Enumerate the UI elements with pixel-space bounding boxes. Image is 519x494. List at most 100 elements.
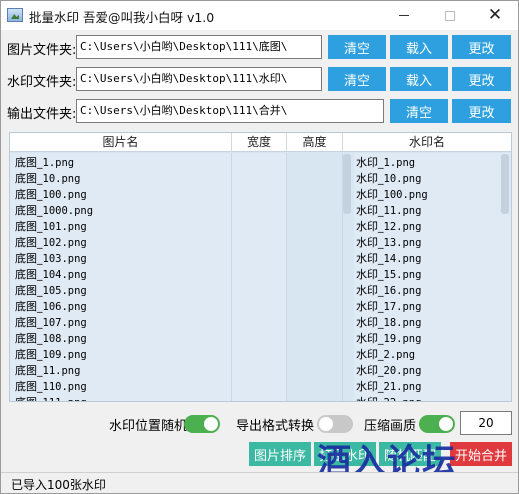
list-item-suffix: 11.png — [42, 365, 81, 377]
toggle-knob — [204, 417, 218, 431]
list-item[interactable]: 底图_10.png — [15, 171, 93, 187]
list-item-prefix: 底图_ — [15, 252, 43, 265]
title-bar[interactable]: 批量水印 吾爱@叫我小白呀 v1.0 ✕ — [1, 1, 518, 30]
watermark-load-button[interactable]: 载入 — [390, 67, 448, 91]
column-width[interactable]: 宽度 — [232, 133, 287, 152]
watermark-change-button[interactable]: 更改 — [452, 67, 511, 91]
list-item-prefix: 底图_ — [15, 204, 43, 217]
list-item[interactable]: 水印_100.png — [356, 187, 428, 203]
image-load-button[interactable]: 载入 — [390, 35, 448, 59]
image-list: 底图_1.png 底图_10.png 底图_100.png 底图_1000.png 底图… — [15, 155, 93, 401]
list-item-suffix: 107.png — [42, 317, 87, 329]
list-item-suffix: 10.png — [42, 173, 81, 185]
list-item[interactable]: 底图_101.png — [15, 219, 93, 235]
column-height[interactable]: 高度 — [287, 133, 343, 152]
list-item-prefix: 水印_ — [356, 300, 384, 313]
list-item[interactable]: 水印_21.png — [356, 379, 428, 395]
list-item[interactable]: 水印_14.png — [356, 251, 428, 267]
list-item[interactable]: 水印_2.png — [356, 347, 428, 363]
list-item[interactable]: 底图_11.png — [15, 363, 93, 379]
list-item[interactable]: 水印_16.png — [356, 283, 428, 299]
list-item-prefix: 水印_ — [356, 204, 384, 217]
list-item[interactable]: 底图_106.png — [15, 299, 93, 315]
image-list-scrollbar[interactable] — [343, 154, 351, 214]
list-item[interactable]: 底图_1.png — [15, 155, 93, 171]
list-item[interactable]: 底图_1000.png — [15, 203, 93, 219]
list-item[interactable]: 水印_10.png — [356, 171, 428, 187]
list-item-prefix: 水印_ — [356, 380, 384, 393]
close-button[interactable]: ✕ — [472, 1, 518, 30]
list-item-prefix: 水印_ — [356, 252, 384, 265]
list-item-suffix: 111.png — [43, 397, 87, 401]
list-item-prefix: 水印_ — [356, 284, 384, 297]
list-item[interactable]: 水印_15.png — [356, 267, 428, 283]
output-change-button[interactable]: 更改 — [452, 99, 511, 123]
list-item-prefix: 底图_ — [15, 396, 43, 401]
list-item[interactable]: 水印_1.png — [356, 155, 428, 171]
list-item-prefix: 水印_ — [356, 268, 384, 281]
list-item-suffix: 100.png — [42, 189, 87, 201]
list-item-prefix: 底图_ — [15, 316, 43, 329]
list-item-prefix: 底图_ — [15, 284, 43, 297]
list-item[interactable]: 底图_109.png — [15, 347, 93, 363]
toggle-knob — [439, 417, 453, 431]
column-image-name[interactable]: 图片名 — [10, 133, 232, 152]
file-table[interactable]: 图片名 宽度 高度 水印名 底图_1.png 底图_10.png 底图_100.pn… — [9, 132, 512, 402]
output-folder-input[interactable]: C:\Users\小白哟\Desktop\111\合并\ — [76, 99, 384, 123]
list-item-prefix: 底图_ — [15, 172, 43, 185]
list-item-suffix: 1.png — [42, 157, 75, 169]
compress-quality-toggle[interactable] — [419, 415, 455, 433]
column-watermark-name[interactable]: 水印名 — [343, 133, 511, 152]
list-item[interactable]: 水印_19.png — [356, 331, 428, 347]
image-clear-button[interactable]: 清空 — [328, 35, 386, 59]
list-item[interactable]: 水印_22.png — [356, 395, 428, 401]
list-item[interactable]: 水印_11.png — [356, 203, 428, 219]
list-item[interactable]: 水印_17.png — [356, 299, 428, 315]
watermark-folder-input[interactable]: C:\Users\小白哟\Desktop\111\水印\ — [76, 67, 322, 91]
toggle-knob — [319, 417, 333, 431]
list-item-prefix: 水印_ — [356, 220, 384, 233]
sort-images-button[interactable]: 图片排序 — [249, 442, 311, 466]
list-item[interactable]: 底图_102.png — [15, 235, 93, 251]
list-item-suffix: 104.png — [42, 269, 87, 281]
list-item[interactable]: 底图_111.png — [15, 395, 93, 401]
list-item-prefix: 水印_ — [356, 236, 384, 249]
list-item-suffix: 10.png — [383, 173, 422, 185]
list-item[interactable]: 底图_100.png — [15, 187, 93, 203]
maximize-button[interactable] — [427, 1, 473, 30]
list-item[interactable]: 水印_18.png — [356, 315, 428, 331]
list-item[interactable]: 底图_108.png — [15, 331, 93, 347]
list-item-prefix: 底图_ — [15, 236, 43, 249]
random-position-toggle[interactable] — [184, 415, 220, 433]
watermark-folder-label: 水印文件夹: — [7, 75, 77, 90]
column-height-area — [287, 153, 343, 401]
list-item-suffix: 13.png — [383, 237, 422, 249]
list-item[interactable]: 底图_107.png — [15, 315, 93, 331]
list-item-suffix: 2.png — [383, 349, 416, 361]
format-convert-label: 导出格式转换 — [236, 419, 315, 434]
list-item-suffix: 11.png — [383, 205, 422, 217]
list-item[interactable]: 底图_103.png — [15, 251, 93, 267]
list-item-prefix: 水印_ — [356, 316, 384, 329]
watermark-list: 水印_1.png 水印_10.png 水印_100.png 水印_11.png 水印_1… — [356, 155, 428, 401]
image-change-button[interactable]: 更改 — [452, 35, 511, 59]
list-item[interactable]: 底图_105.png — [15, 283, 93, 299]
format-convert-toggle[interactable] — [317, 415, 353, 433]
list-item[interactable]: 底图_104.png — [15, 267, 93, 283]
app-window: 批量水印 吾爱@叫我小白呀 v1.0 ✕ 图片文件夹: C:\Users\小白哟… — [0, 0, 519, 494]
list-item[interactable]: 水印_20.png — [356, 363, 428, 379]
list-item-prefix: 底图_ — [15, 188, 43, 201]
watermark-list-scrollbar[interactable] — [501, 154, 509, 214]
list-item[interactable]: 水印_12.png — [356, 219, 428, 235]
image-folder-input[interactable]: C:\Users\小白哟\Desktop\111\底图\ — [76, 35, 322, 59]
list-item-prefix: 底图_ — [15, 220, 43, 233]
list-item[interactable]: 水印_13.png — [356, 235, 428, 251]
output-clear-button[interactable]: 清空 — [390, 99, 448, 123]
list-item-suffix: 109.png — [42, 349, 87, 361]
list-item-suffix: 22.png — [384, 397, 422, 401]
minimize-button[interactable] — [381, 1, 427, 30]
list-item[interactable]: 底图_110.png — [15, 379, 93, 395]
watermark-clear-button[interactable]: 清空 — [328, 67, 386, 91]
start-merge-button[interactable]: 开始合并 — [450, 442, 512, 466]
quality-input[interactable]: 20 — [460, 411, 512, 435]
